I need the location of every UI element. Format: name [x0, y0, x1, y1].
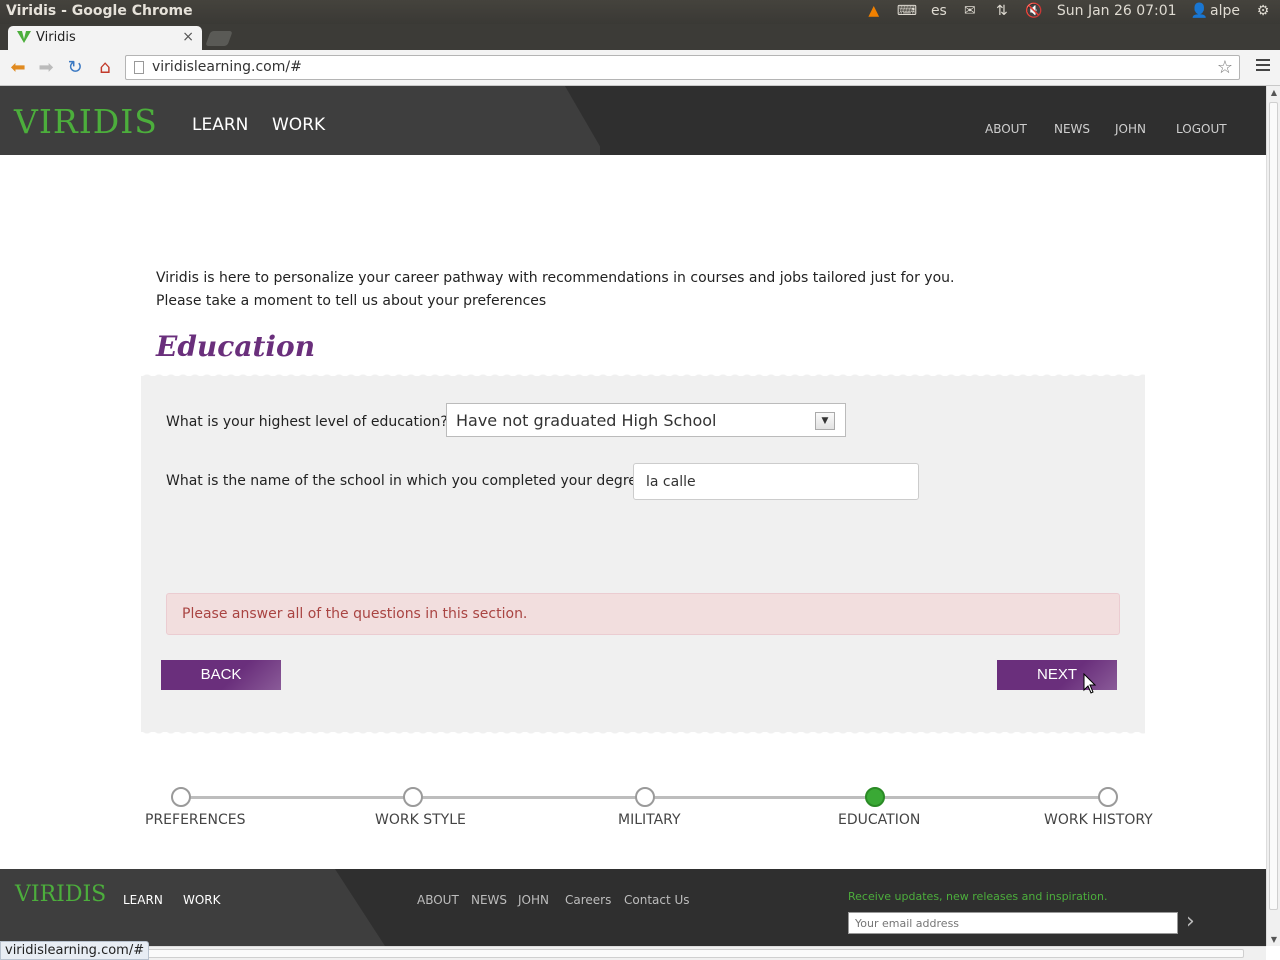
mail-icon[interactable]: ✉: [961, 3, 979, 19]
scroll-down-icon[interactable]: ▼: [1269, 935, 1279, 944]
user-icon[interactable]: 👤: [1191, 3, 1208, 19]
validation-error-alert: Please answer all of the questions in th…: [166, 593, 1120, 635]
system-tray: ▲ ⌨ es ✉ ⇅ 🔇 Sun Jan 26 07:01 👤 alpe ⚙: [865, 3, 1272, 19]
back-arrow-icon[interactable]: ⬅: [7, 57, 29, 79]
step-label-education: EDUCATION: [838, 812, 921, 828]
step-label-military: MILITARY: [618, 812, 681, 828]
tab-title: Viridis: [36, 30, 76, 45]
nav-news[interactable]: NEWS: [1054, 122, 1090, 136]
footer-link-careers[interactable]: Careers: [565, 893, 611, 907]
nav-logout[interactable]: LOGOUT: [1176, 122, 1227, 136]
panel-wavy-top: [141, 372, 1145, 380]
power-gear-icon[interactable]: ⚙: [1254, 3, 1272, 19]
tab-close-icon[interactable]: ×: [182, 29, 194, 45]
status-bar-url: viridislearning.com/#: [0, 941, 150, 960]
logo-text: VIRIDIS: [14, 102, 158, 141]
next-button[interactable]: NEXT: [997, 660, 1117, 690]
step-dot-preferences[interactable]: [171, 787, 191, 807]
browser-tab-strip: Viridis ×: [0, 24, 1280, 50]
page-icon: [134, 61, 144, 74]
vertical-scroll-thumb[interactable]: [1269, 102, 1278, 910]
nav-about[interactable]: ABOUT: [985, 122, 1027, 136]
footer-link-john[interactable]: JOHN: [518, 893, 549, 907]
school-name-input[interactable]: [633, 463, 919, 500]
dropdown-arrow-icon[interactable]: ▼: [815, 412, 835, 430]
step-label-preferences: PREFERENCES: [145, 812, 246, 828]
step-label-work-style: WORK STYLE: [375, 812, 466, 828]
forward-arrow-icon[interactable]: ➡: [35, 57, 57, 79]
step-dot-military[interactable]: [635, 787, 655, 807]
horizontal-scrollbar[interactable]: [0, 946, 1266, 960]
mouse-cursor-icon: [1083, 673, 1097, 694]
address-bar[interactable]: viridislearning.com/# ☆: [125, 55, 1240, 80]
school-name-label: What is the name of the school in which …: [166, 473, 653, 489]
footer-nav-learn[interactable]: LEARN: [123, 893, 163, 907]
reload-icon[interactable]: ↻: [64, 57, 86, 79]
vlc-icon[interactable]: ▲: [865, 3, 883, 19]
viridis-favicon-icon: [17, 31, 31, 43]
network-icon[interactable]: ⇅: [993, 3, 1011, 19]
back-button[interactable]: BACK: [161, 660, 281, 690]
nav-work[interactable]: WORK: [272, 115, 325, 135]
footer-diagonal-panel: [0, 869, 385, 946]
footer-link-about[interactable]: ABOUT: [417, 893, 459, 907]
new-tab-button[interactable]: [205, 31, 233, 46]
address-url[interactable]: viridislearning.com/#: [152, 59, 302, 75]
education-level-label: What is your highest level of education?: [166, 414, 448, 430]
newsletter-email-input[interactable]: [848, 912, 1178, 934]
submit-arrow-icon[interactable]: ›: [1186, 909, 1195, 934]
browser-tab[interactable]: Viridis ×: [8, 26, 202, 50]
home-icon[interactable]: ⌂: [94, 57, 116, 79]
panel-wavy-bottom: [141, 728, 1145, 736]
footer-nav-work[interactable]: WORK: [183, 893, 221, 907]
footer-logo[interactable]: VIRIDIS: [15, 882, 106, 907]
step-dot-education[interactable]: [865, 787, 885, 807]
error-message: Please answer all of the questions in th…: [182, 606, 528, 622]
horizontal-scroll-thumb[interactable]: [14, 949, 1244, 958]
step-label-work-history: WORK HISTORY: [1044, 812, 1153, 828]
os-top-bar: Viridis - Google Chrome ▲ ⌨ es ✉ ⇅ 🔇 Sun…: [0, 0, 1280, 24]
site-footer: VIRIDIS LEARN WORK ABOUT NEWS JOHN Caree…: [0, 869, 1266, 946]
footer-link-news[interactable]: NEWS: [471, 893, 507, 907]
intro-line-2: Please take a moment to tell us about yo…: [156, 293, 547, 309]
window-title: Viridis - Google Chrome: [6, 3, 193, 19]
footer-link-contact[interactable]: Contact Us: [624, 893, 690, 907]
nav-john[interactable]: JOHN: [1115, 122, 1146, 136]
education-level-select[interactable]: Have not graduated High School ▼: [446, 403, 846, 437]
education-level-value: Have not graduated High School: [456, 411, 717, 430]
page-viewport: VIRIDIS LEARN WORK ABOUT NEWS JOHN LOGOU…: [0, 86, 1266, 946]
volume-muted-icon[interactable]: 🔇: [1025, 3, 1043, 19]
newsletter-text: Receive updates, new releases and inspir…: [848, 890, 1108, 903]
scroll-up-icon[interactable]: ▲: [1269, 88, 1279, 97]
keyboard-layout[interactable]: es: [931, 3, 947, 19]
clock[interactable]: Sun Jan 26 07:01: [1057, 3, 1177, 19]
chrome-menu-icon[interactable]: [1256, 59, 1270, 73]
step-dot-work-style[interactable]: [403, 787, 423, 807]
user-name[interactable]: alpe: [1210, 3, 1240, 19]
section-title: Education: [156, 330, 316, 363]
bookmark-star-icon[interactable]: ☆: [1217, 57, 1233, 78]
nav-learn[interactable]: LEARN: [192, 115, 248, 135]
keyboard-icon[interactable]: ⌨: [897, 3, 917, 19]
site-header: VIRIDIS LEARN WORK ABOUT NEWS JOHN LOGOU…: [0, 86, 1266, 155]
vertical-scrollbar[interactable]: ▲ ▼: [1266, 86, 1280, 946]
viridis-logo[interactable]: VIRIDIS: [14, 102, 158, 141]
step-dot-work-history[interactable]: [1098, 787, 1118, 807]
browser-toolbar: ⬅ ➡ ↻ ⌂ viridislearning.com/# ☆: [0, 50, 1280, 86]
intro-line-1: Viridis is here to personalize your care…: [156, 270, 955, 286]
